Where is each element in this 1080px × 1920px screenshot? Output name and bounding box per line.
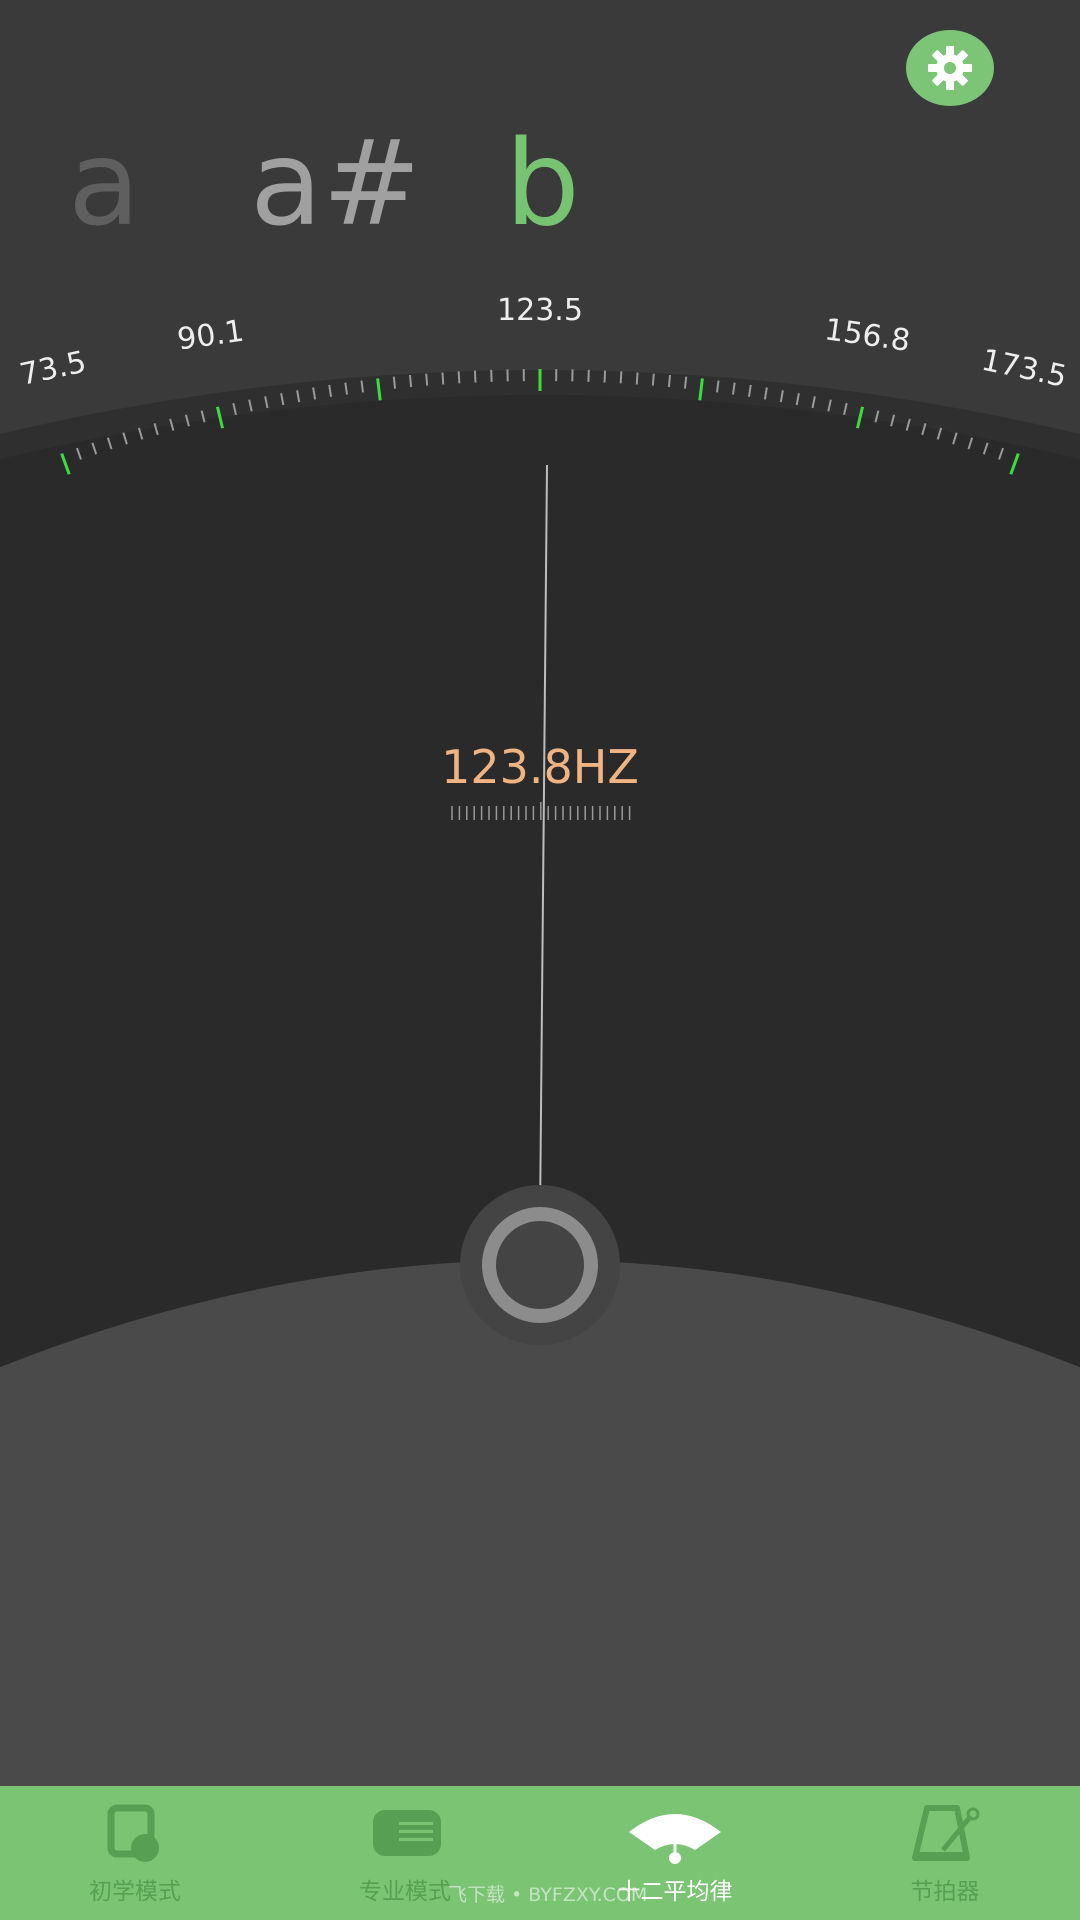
- minor-tick: [425, 373, 429, 386]
- professional-icon: [373, 1810, 441, 1856]
- bottom-tab-bar: 初学模式 专业模式 十二平均律 节拍器 飞下载 • BYFZXY.COM: [0, 1786, 1080, 1920]
- tab-beginner-mode[interactable]: 初学模式: [0, 1786, 270, 1920]
- previous-note-1: a#: [250, 114, 422, 252]
- scale-label: 73.5: [17, 345, 90, 393]
- minor-tick: [603, 370, 607, 383]
- gear-icon: [928, 46, 972, 90]
- minor-tick: [635, 372, 639, 385]
- minor-tick: [683, 376, 688, 389]
- minor-tick: [392, 376, 397, 389]
- scale-label: 123.5: [497, 293, 583, 328]
- minor-tick: [651, 373, 655, 386]
- tuner-dial: 73.5 90.1 123.5 156.8 173.5: [0, 293, 1080, 1800]
- current-note: b: [505, 114, 580, 252]
- scale-label: 90.1: [175, 314, 246, 358]
- settings-button[interactable]: [906, 30, 994, 106]
- minor-tick: [473, 370, 477, 383]
- minor-tick: [441, 372, 445, 385]
- tuner-screen: 73.5 90.1 123.5 156.8 173.5 a a# b 123.8…: [0, 0, 1080, 1920]
- scale-label: 173.5: [978, 343, 1069, 395]
- tab-metronome[interactable]: 节拍器: [810, 1786, 1080, 1920]
- minor-tick: [408, 374, 413, 388]
- minor-tick: [457, 371, 461, 384]
- tab-label: 节拍器: [910, 1879, 980, 1905]
- minor-tick: [667, 374, 672, 388]
- minor-tick: [619, 371, 623, 384]
- tab-label: 初学模式: [89, 1879, 181, 1905]
- previous-note-2: a: [68, 114, 141, 252]
- metronome-icon: [912, 1805, 980, 1861]
- scale-label: 156.8: [822, 312, 912, 359]
- beginner-icon: [107, 1804, 159, 1862]
- tuner-gauge-icon: [629, 1814, 721, 1864]
- frequency-readout: 123.8HZ: [441, 740, 639, 794]
- watermark: 飞下载 • BYFZXY.COM: [448, 1884, 648, 1906]
